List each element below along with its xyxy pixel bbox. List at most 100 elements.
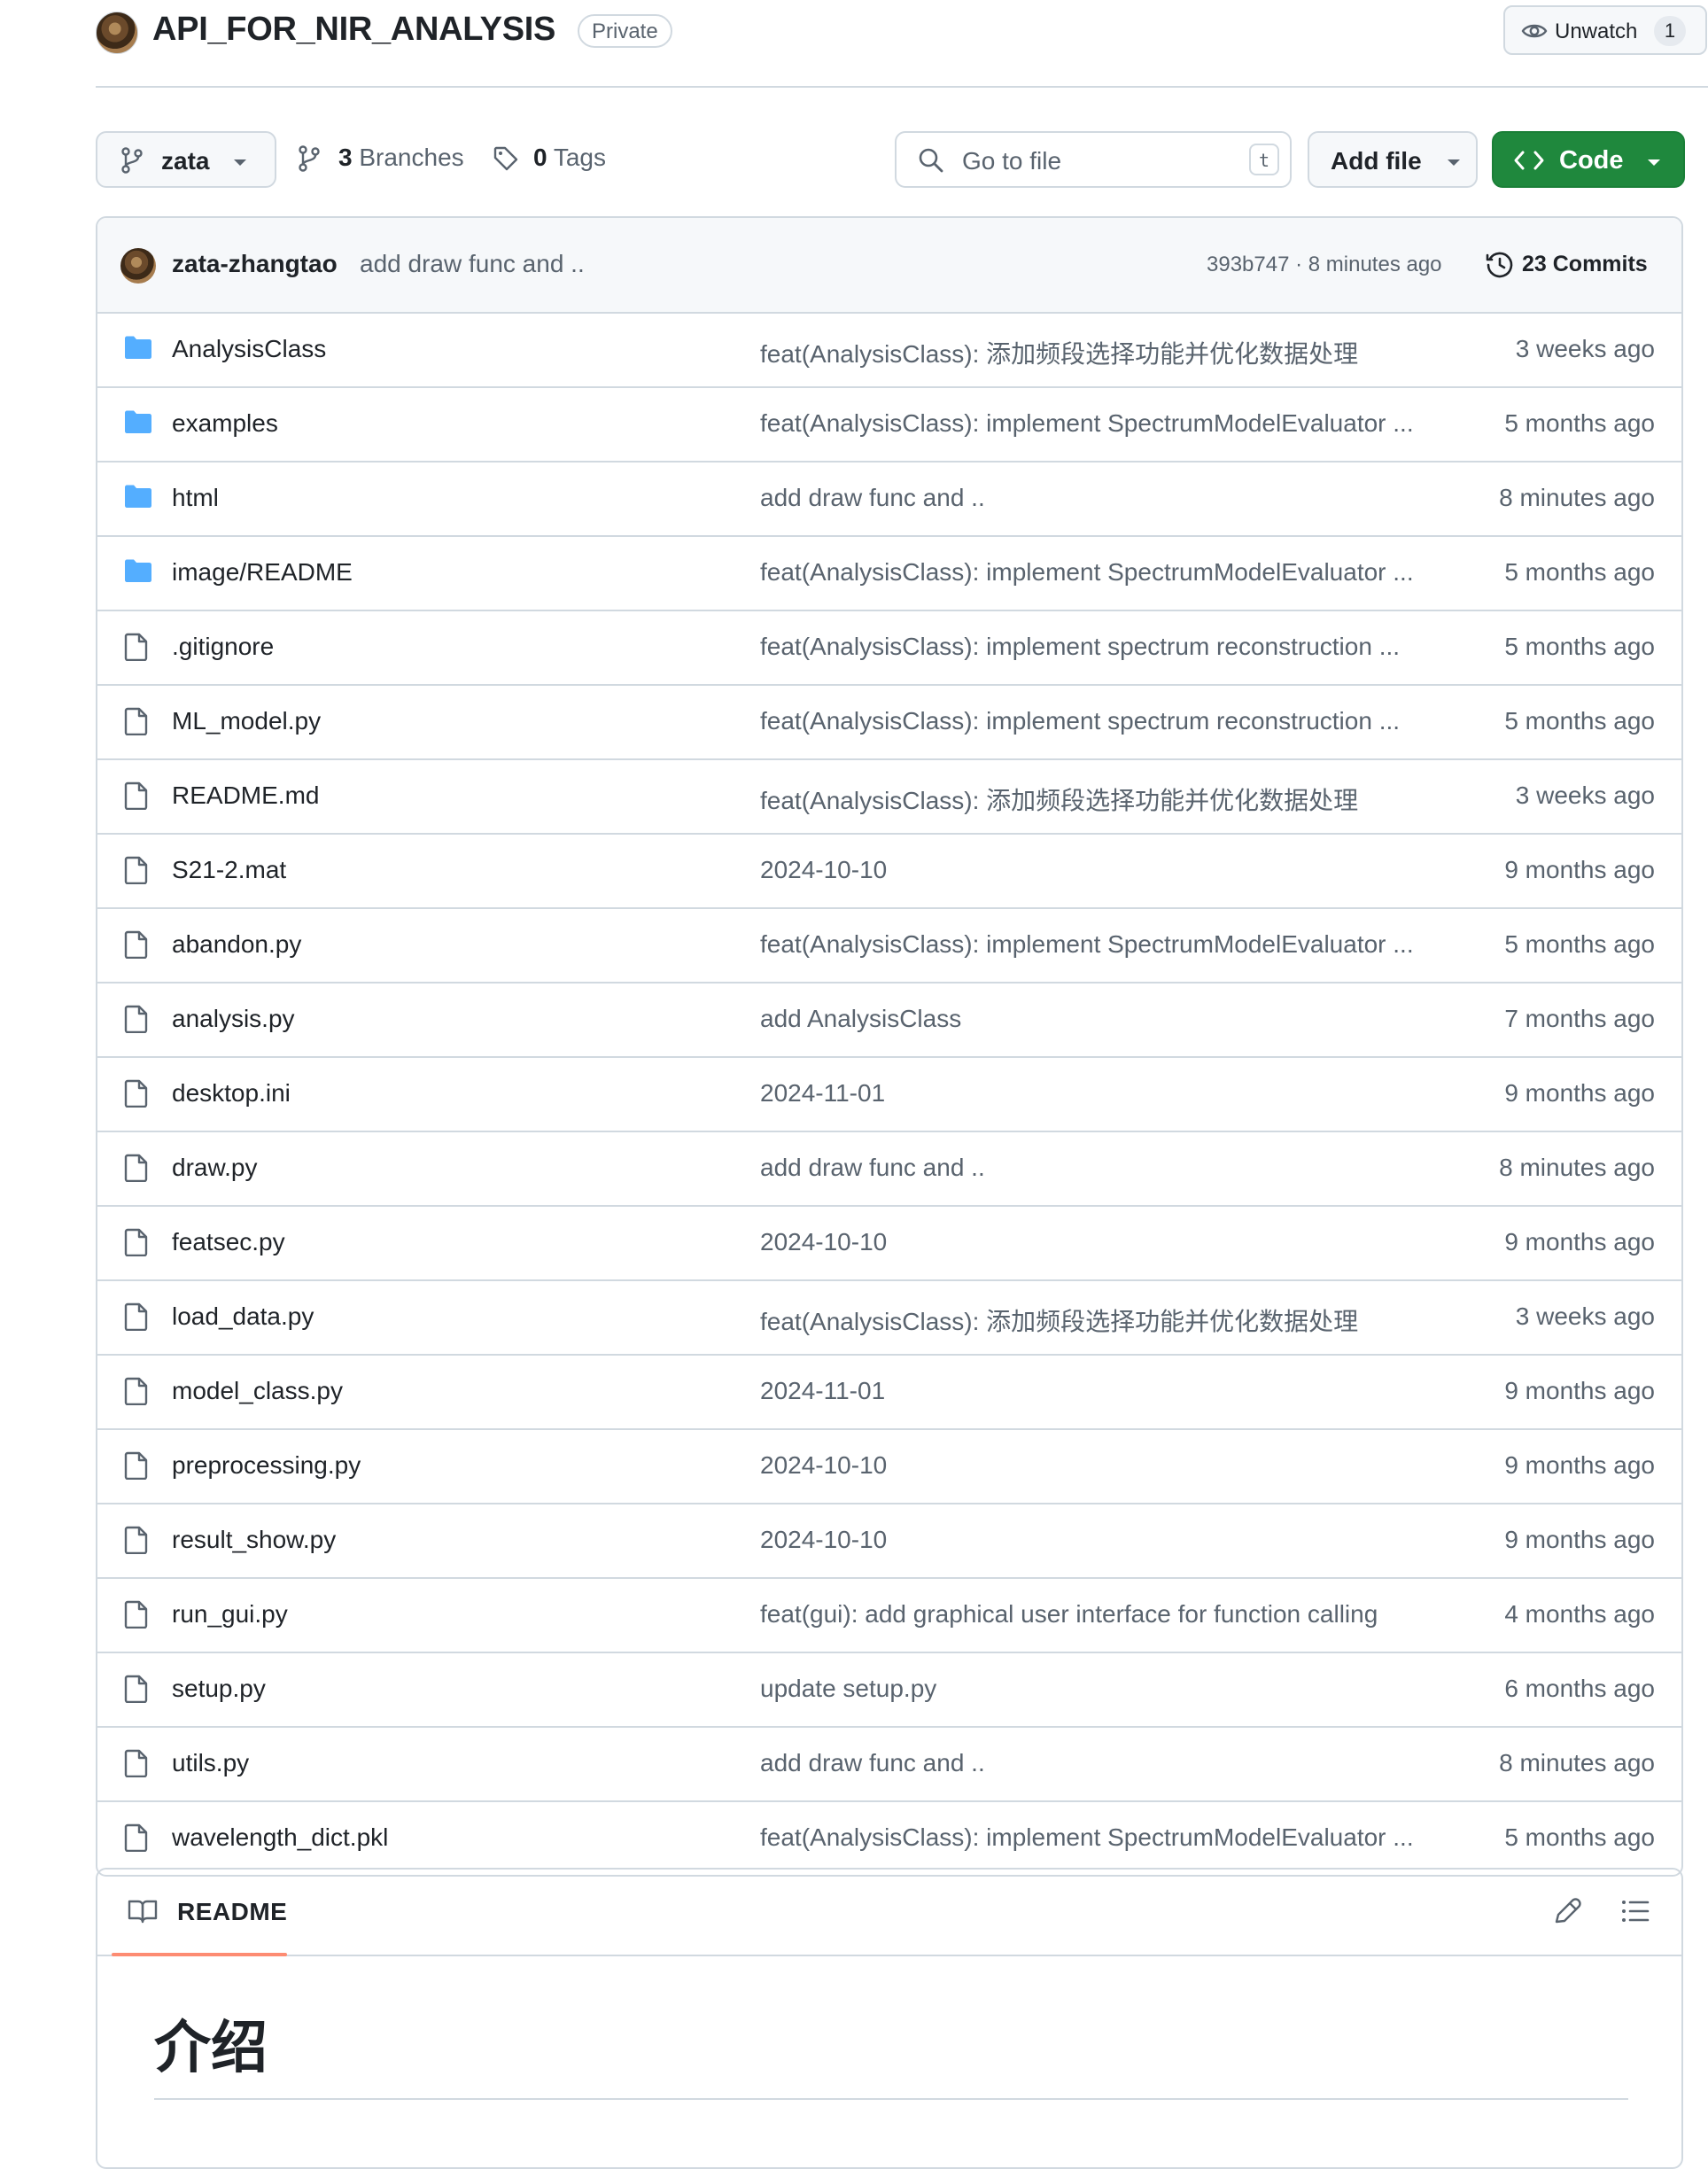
author-avatar[interactable] bbox=[120, 248, 156, 284]
file-commit-age: 9 months ago bbox=[1504, 856, 1655, 883]
file-icon bbox=[124, 1526, 149, 1559]
file-commit-age: 8 minutes ago bbox=[1499, 484, 1655, 511]
file-commit-message[interactable]: feat(AnalysisClass): 添加频段选择功能并优化数据处理 bbox=[760, 781, 1433, 817]
readme-tab[interactable]: README bbox=[112, 1870, 287, 1956]
file-name-link[interactable]: examples bbox=[172, 409, 278, 438]
file-name-link[interactable]: preprocessing.py bbox=[172, 1451, 361, 1480]
file-name-link[interactable]: run_gui.py bbox=[172, 1600, 288, 1629]
file-row[interactable]: ML_model.py feat(AnalysisClass): implemen… bbox=[97, 684, 1681, 758]
file-row[interactable]: utils.py add draw func and .. 8 minutes ag… bbox=[97, 1726, 1681, 1800]
file-commit-message[interactable]: feat(AnalysisClass): implement spectrum … bbox=[760, 633, 1433, 661]
file-commit-age: 8 minutes ago bbox=[1499, 1749, 1655, 1776]
file-commit-message[interactable]: feat(AnalysisClass): implement SpectrumM… bbox=[760, 1823, 1433, 1852]
file-row[interactable]: draw.py add draw func and .. 8 minutes ago bbox=[97, 1131, 1681, 1205]
file-row[interactable]: preprocessing.py 2024-10-10 9 months ago bbox=[97, 1428, 1681, 1503]
file-name-link[interactable]: featsec.py bbox=[172, 1228, 285, 1256]
file-row[interactable]: load_data.py feat(AnalysisClass): 添加频段选择功… bbox=[97, 1279, 1681, 1354]
header-divider bbox=[96, 86, 1708, 88]
file-name-link[interactable]: analysis.py bbox=[172, 1005, 295, 1033]
file-commit-message[interactable]: 2024-10-10 bbox=[760, 1451, 1433, 1480]
file-name-link[interactable]: README.md bbox=[172, 781, 319, 810]
commits-link[interactable]: 23 Commits bbox=[1522, 252, 1648, 277]
file-row[interactable]: run_gui.py feat(gui): add graphical user … bbox=[97, 1577, 1681, 1652]
file-commit-message[interactable]: 2024-10-10 bbox=[760, 1526, 1433, 1554]
file-commit-message[interactable]: feat(gui): add graphical user interface … bbox=[760, 1600, 1433, 1629]
file-commit-age: 5 months ago bbox=[1504, 633, 1655, 660]
file-commit-message[interactable]: 2024-11-01 bbox=[760, 1079, 1433, 1108]
file-name-link[interactable]: model_class.py bbox=[172, 1377, 343, 1405]
file-name-link[interactable]: image/README bbox=[172, 558, 353, 587]
file-icon bbox=[124, 1451, 149, 1484]
file-name-link[interactable]: load_data.py bbox=[172, 1302, 314, 1331]
file-row[interactable]: image/README feat(AnalysisClass): impleme… bbox=[97, 535, 1681, 610]
file-name-link[interactable]: utils.py bbox=[172, 1749, 249, 1777]
file-row[interactable]: examples feat(AnalysisClass): implement S… bbox=[97, 386, 1681, 461]
file-icon bbox=[124, 633, 149, 665]
file-commit-message[interactable]: 2024-10-10 bbox=[760, 856, 1433, 884]
file-row[interactable]: .gitignore feat(AnalysisClass): implement… bbox=[97, 610, 1681, 684]
file-name-link[interactable]: abandon.py bbox=[172, 930, 301, 959]
file-commit-age: 6 months ago bbox=[1504, 1675, 1655, 1702]
file-name-link[interactable]: wavelength_dict.pkl bbox=[172, 1823, 388, 1852]
file-row[interactable]: featsec.py 2024-10-10 9 months ago bbox=[97, 1205, 1681, 1279]
branches-count: 3 bbox=[338, 144, 353, 171]
go-to-file-input[interactable]: Go to file t bbox=[895, 131, 1292, 188]
file-commit-message[interactable]: add AnalysisClass bbox=[760, 1005, 1433, 1033]
file-commit-message[interactable]: add draw func and .. bbox=[760, 1749, 1433, 1777]
file-commit-age: 9 months ago bbox=[1504, 1526, 1655, 1553]
folder-icon bbox=[124, 558, 152, 587]
commit-message[interactable]: add draw func and .. bbox=[360, 250, 585, 278]
branches-label: Branches bbox=[359, 144, 464, 171]
commit-sha-time[interactable]: 393b747 · 8 minutes ago bbox=[1207, 253, 1442, 277]
file-row[interactable]: abandon.py feat(AnalysisClass): implement… bbox=[97, 907, 1681, 982]
file-row[interactable]: README.md feat(AnalysisClass): 添加频段选择功能并优… bbox=[97, 758, 1681, 833]
file-commit-message[interactable]: 2024-11-01 bbox=[760, 1377, 1433, 1405]
watch-count: 1 bbox=[1654, 16, 1686, 46]
file-commit-age: 5 months ago bbox=[1504, 1823, 1655, 1851]
code-button[interactable]: Code bbox=[1492, 131, 1685, 188]
file-commit-age: 3 weeks ago bbox=[1515, 335, 1655, 362]
file-name-link[interactable]: ML_model.py bbox=[172, 707, 321, 735]
folder-icon bbox=[124, 335, 152, 364]
file-name-link[interactable]: .gitignore bbox=[172, 633, 274, 661]
file-name-link[interactable]: AnalysisClass bbox=[172, 335, 326, 363]
file-row[interactable]: html add draw func and .. 8 minutes ago bbox=[97, 461, 1681, 535]
file-commit-message[interactable]: feat(AnalysisClass): implement SpectrumM… bbox=[760, 409, 1433, 438]
unwatch-button[interactable]: Unwatch 1 bbox=[1503, 5, 1707, 55]
pencil-icon[interactable] bbox=[1552, 1896, 1582, 1926]
file-row[interactable]: AnalysisClass feat(AnalysisClass): 添加频段选择… bbox=[97, 314, 1681, 386]
file-commit-message[interactable]: 2024-10-10 bbox=[760, 1228, 1433, 1256]
active-tab-underline bbox=[112, 1953, 287, 1956]
file-name-link[interactable]: S21-2.mat bbox=[172, 856, 286, 884]
file-commit-age: 8 minutes ago bbox=[1499, 1154, 1655, 1181]
list-outline-icon[interactable] bbox=[1621, 1898, 1650, 1924]
branch-select-button[interactable]: zata bbox=[96, 131, 276, 188]
repo-name[interactable]: API_FOR_NIR_ANALYSIS bbox=[152, 11, 555, 49]
file-name-link[interactable]: draw.py bbox=[172, 1154, 258, 1182]
file-commit-message[interactable]: add draw func and .. bbox=[760, 484, 1433, 512]
file-row[interactable]: S21-2.mat 2024-10-10 9 months ago bbox=[97, 833, 1681, 907]
file-row[interactable]: analysis.py add AnalysisClass 7 months ago bbox=[97, 982, 1681, 1056]
file-commit-age: 9 months ago bbox=[1504, 1451, 1655, 1479]
file-row[interactable]: desktop.ini 2024-11-01 9 months ago bbox=[97, 1056, 1681, 1131]
file-commit-message[interactable]: feat(AnalysisClass): implement spectrum … bbox=[760, 707, 1433, 735]
file-commit-message[interactable]: feat(AnalysisClass): 添加频段选择功能并优化数据处理 bbox=[760, 335, 1433, 370]
file-commit-message[interactable]: feat(AnalysisClass): 添加频段选择功能并优化数据处理 bbox=[760, 1302, 1433, 1338]
file-row[interactable]: setup.py update setup.py 6 months ago bbox=[97, 1652, 1681, 1726]
file-name-link[interactable]: desktop.ini bbox=[172, 1079, 291, 1108]
file-commit-message[interactable]: feat(AnalysisClass): implement SpectrumM… bbox=[760, 930, 1433, 959]
file-name-link[interactable]: result_show.py bbox=[172, 1526, 336, 1554]
readme-panel: README 介绍 bbox=[96, 1868, 1683, 2169]
commit-author[interactable]: zata-zhangtao bbox=[172, 250, 338, 278]
file-name-link[interactable]: setup.py bbox=[172, 1675, 266, 1703]
add-file-button[interactable]: Add file bbox=[1308, 131, 1478, 188]
file-icon bbox=[124, 1079, 149, 1112]
file-row[interactable]: model_class.py 2024-11-01 9 months ago bbox=[97, 1354, 1681, 1428]
file-name-link[interactable]: html bbox=[172, 484, 219, 512]
file-commit-message[interactable]: add draw func and .. bbox=[760, 1154, 1433, 1182]
owner-avatar[interactable] bbox=[96, 12, 138, 54]
file-commit-message[interactable]: update setup.py bbox=[760, 1675, 1433, 1703]
file-row[interactable]: wavelength_dict.pkl feat(AnalysisClass): … bbox=[97, 1800, 1681, 1875]
file-row[interactable]: result_show.py 2024-10-10 9 months ago bbox=[97, 1503, 1681, 1577]
file-commit-message[interactable]: feat(AnalysisClass): implement SpectrumM… bbox=[760, 558, 1433, 587]
